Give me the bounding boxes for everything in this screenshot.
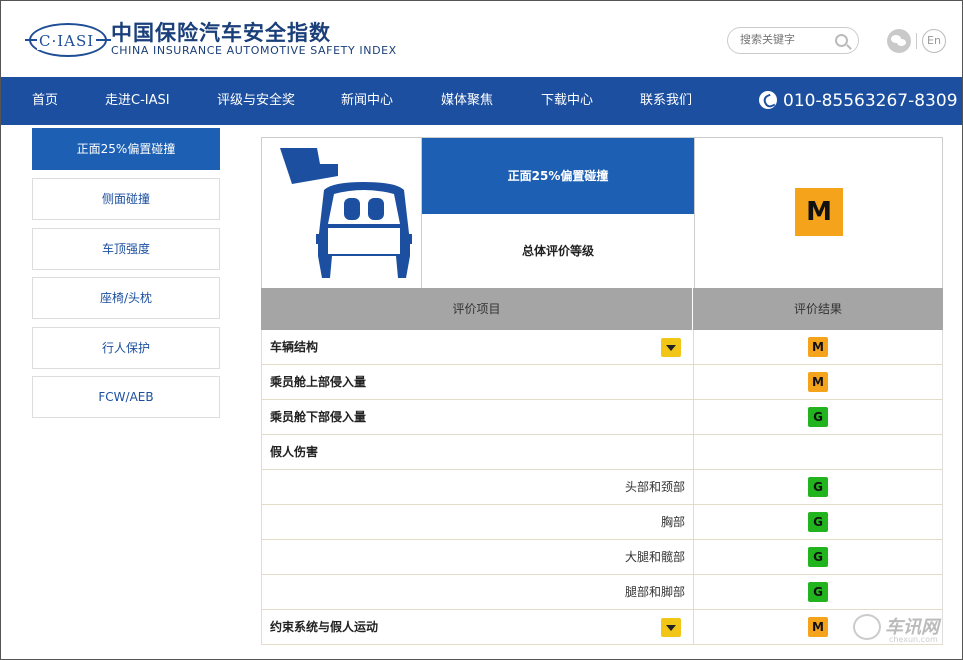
rating-item-label: 假人伤害 <box>270 445 319 459</box>
table-row[interactable]: 车辆结构 M <box>261 330 943 365</box>
table-row: 头部和颈部 G <box>261 470 943 505</box>
grade-badge: G <box>808 582 828 602</box>
rating-table: 评价项目 评价结果 车辆结构 M 乘员舱上部侵入量 M 乘员舱下部侵入量 G 假人伤害头部和… <box>261 288 943 645</box>
expand-toggle-icon[interactable] <box>661 618 681 637</box>
brand-title-en: CHINA INSURANCE AUTOMOTIVE SAFETY INDEX <box>111 44 397 57</box>
nav-item-media[interactable]: 媒体聚焦 <box>441 77 493 125</box>
rating-item-label: 车辆结构 <box>270 340 319 354</box>
column-header-result: 评价结果 <box>793 302 842 316</box>
language-switch-button[interactable]: En <box>922 29 946 53</box>
sidebar-item-seat-headrest[interactable]: 座椅/头枕 <box>32 277 220 319</box>
header-divider <box>916 33 917 49</box>
car-barrier-icon <box>280 148 412 278</box>
grade-badge: G <box>808 477 828 497</box>
rating-subitem-label: 胸部 <box>660 515 685 529</box>
column-header-item: 评价项目 <box>261 288 693 330</box>
grade-badge: G <box>808 547 828 567</box>
nav-item-contact[interactable]: 联系我们 <box>640 77 692 125</box>
table-row: 假人伤害 <box>261 435 943 470</box>
rating-subitem-label: 头部和颈部 <box>624 480 685 494</box>
rating-subitem-label: 腿部和脚部 <box>624 585 685 599</box>
nav-item-home[interactable]: 首页 <box>32 77 58 125</box>
wechat-icon[interactable] <box>887 29 911 53</box>
hotline-number: 010-85563267-8309 <box>783 91 958 111</box>
sidebar-item-side-impact[interactable]: 侧面碰撞 <box>32 178 220 220</box>
sidebar-item-roof-strength[interactable]: 车顶强度 <box>32 228 220 270</box>
phone-icon <box>759 91 777 109</box>
test-summary-panel: 正面25%偏置碰撞 总体评价等级 M <box>261 137 943 289</box>
nav-item-downloads[interactable]: 下载中心 <box>541 77 593 125</box>
rating-item-cell: 车辆结构 <box>262 330 694 364</box>
search-box[interactable] <box>727 27 859 54</box>
table-row: 腿部和脚部 G <box>261 575 943 610</box>
rating-item-cell: 乘员舱上部侵入量 <box>262 365 694 399</box>
expand-toggle-icon[interactable] <box>661 338 681 357</box>
rating-item-cell: 假人伤害 <box>262 435 694 469</box>
watermark: 车讯网 chexun.com <box>853 611 953 647</box>
overall-rating-cell: M <box>694 138 942 288</box>
table-body: 车辆结构 M 乘员舱上部侵入量 M 乘员舱下部侵入量 G 假人伤害 头部和颈部 G 胸部 G 大腿和髋… <box>261 330 943 645</box>
rating-item-label: 乘员舱上部侵入量 <box>270 375 367 389</box>
nav-item-about[interactable]: 走进C-IASI <box>105 77 170 125</box>
nav-item-ratings[interactable]: 评级与安全奖 <box>217 77 295 125</box>
grade-badge: G <box>808 512 828 532</box>
sidebar-item-frontal-offset[interactable]: 正面25%偏置碰撞 <box>32 128 220 170</box>
test-name-header: 正面25%偏置碰撞 <box>422 138 694 214</box>
table-header: 评价项目 评价结果 <box>261 288 943 330</box>
table-row: 乘员舱上部侵入量 M <box>261 365 943 400</box>
grade-badge: G <box>808 407 828 427</box>
rating-item-cell: 乘员舱下部侵入量 <box>262 400 694 434</box>
rating-item-cell: 腿部和脚部 <box>262 575 694 609</box>
rating-item-label: 约束系统与假人运动 <box>270 620 379 634</box>
brand-title-cn[interactable]: 中国保险汽车安全指数 <box>111 17 331 47</box>
nav-item-news[interactable]: 新闻中心 <box>341 77 393 125</box>
logo-text: C·IASI <box>37 32 97 50</box>
hotline: 010-85563267-8309 <box>759 77 962 125</box>
rating-item-label: 乘员舱下部侵入量 <box>270 410 367 424</box>
search-input[interactable] <box>740 33 836 46</box>
table-row[interactable]: 约束系统与假人运动 M <box>261 610 943 645</box>
grade-badge: M <box>808 337 828 357</box>
grade-badge: M <box>808 617 828 637</box>
sidebar-item-fcw-aeb[interactable]: FCW/AEB <box>32 376 220 418</box>
rating-item-cell: 大腿和髋部 <box>262 540 694 574</box>
table-row: 胸部 G <box>261 505 943 540</box>
table-row: 乘员舱下部侵入量 G <box>261 400 943 435</box>
rating-subitem-label: 大腿和髋部 <box>624 550 685 564</box>
rating-item-cell: 头部和颈部 <box>262 470 694 504</box>
watermark-url: chexun.com <box>889 635 938 644</box>
rating-item-cell: 胸部 <box>262 505 694 539</box>
search-icon[interactable] <box>835 34 848 47</box>
table-row: 大腿和髋部 G <box>261 540 943 575</box>
overall-grade-badge: M <box>795 188 843 236</box>
overall-rating-label: 总体评价等级 <box>521 244 594 258</box>
crash-test-illustration <box>262 138 422 288</box>
rating-item-cell: 约束系统与假人运动 <box>262 610 694 644</box>
site-header: C·IASI 中国保险汽车安全指数 CHINA INSURANCE AUTOMO… <box>1 1 962 77</box>
watermark-logo-icon <box>853 614 881 640</box>
grade-badge: M <box>808 372 828 392</box>
main-nav: 首页 走进C-IASI 评级与安全奖 新闻中心 媒体聚焦 下载中心 联系我们 0… <box>1 77 962 125</box>
sidebar-item-pedestrian[interactable]: 行人保护 <box>32 327 220 369</box>
